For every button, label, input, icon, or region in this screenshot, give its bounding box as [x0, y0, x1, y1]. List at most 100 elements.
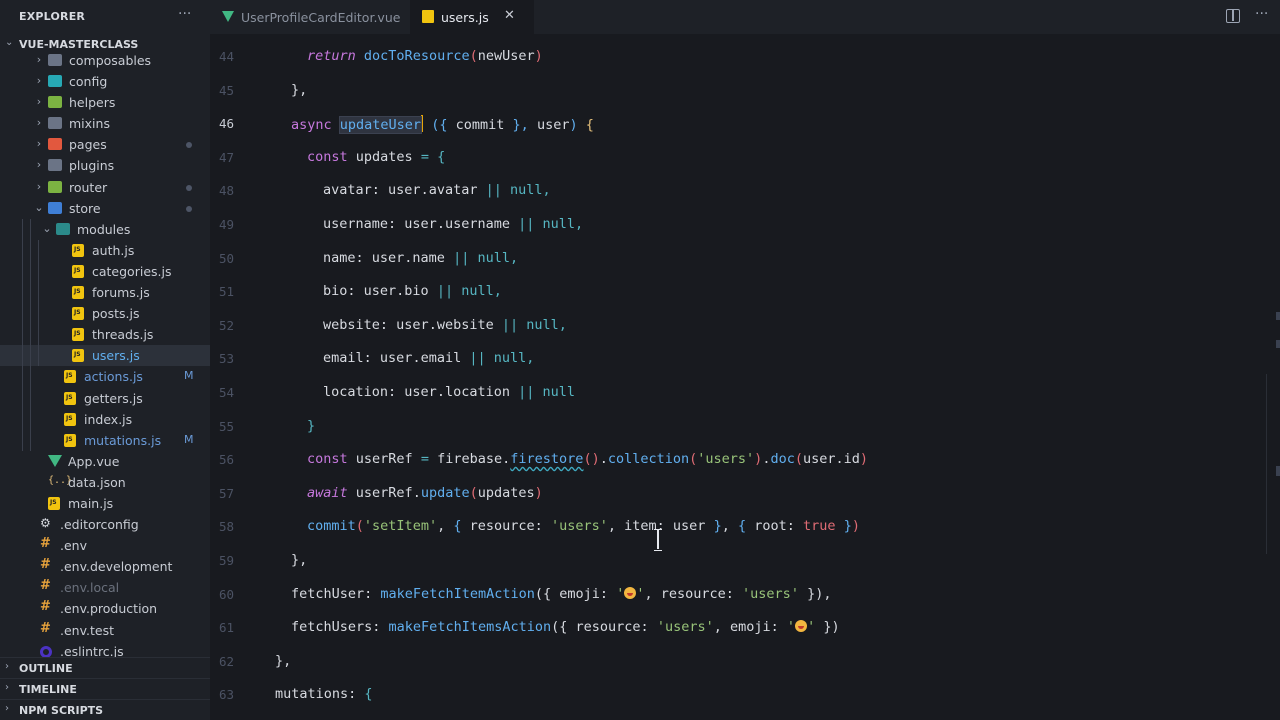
tree-item-env-production[interactable]: # .env.production	[0, 598, 210, 619]
code-line[interactable]: 49 username: user.username || null,	[210, 209, 1280, 243]
tree-item-mixins[interactable]: › mixins	[0, 113, 210, 134]
tree-item-label: mutations.js	[84, 432, 162, 448]
param: user	[536, 117, 570, 134]
tree-item-pages[interactable]: › pages	[0, 134, 210, 155]
code-line[interactable]: 60 fetchUser: makeFetchItemAction({ emoji…	[210, 579, 1280, 613]
property-key: emoji:	[559, 585, 609, 602]
bracket: )	[534, 484, 543, 501]
code-line[interactable]: 58 commit('setItem', { resource: 'users',…	[210, 511, 1280, 545]
folder-pages-icon	[48, 138, 62, 151]
tree-item-posts-js[interactable]: posts.js	[0, 303, 210, 325]
split-editor-icon[interactable]	[1226, 9, 1240, 23]
code-text: commit('setItem', { resource: 'users', i…	[307, 518, 860, 534]
tree-item-index-js[interactable]: index.js	[0, 408, 210, 430]
code-text: name: user.name || null,	[323, 250, 518, 266]
tree-item-threads-js[interactable]: threads.js	[0, 324, 210, 346]
section-timeline[interactable]: › TIMELINE	[0, 678, 210, 699]
chevron-down-icon: ⌄	[34, 200, 44, 214]
code-line[interactable]: 47 const updates = {	[210, 142, 1280, 176]
code-line[interactable]: 54 location: user.location || null	[210, 377, 1280, 411]
code-line[interactable]: 62},	[210, 646, 1280, 680]
tree-item-users-js[interactable]: users.js	[0, 345, 210, 367]
more-actions-icon[interactable]: ···	[1255, 6, 1268, 22]
env-file-icon: #	[40, 536, 51, 552]
indent-guide	[30, 218, 31, 240]
javascript-file-icon	[72, 328, 84, 342]
chevron-right-icon: ›	[5, 703, 9, 714]
tree-item-router[interactable]: › router	[0, 177, 210, 198]
code-line[interactable]: 61 fetchUsers: makeFetchItemsAction({ res…	[210, 612, 1280, 646]
indent-guide	[38, 260, 39, 283]
property-key: root:	[754, 518, 795, 535]
tree-item-env-local[interactable]: # .env.local	[0, 577, 210, 598]
code-line[interactable]: 56 const userRef = firebase.firestore().c…	[210, 444, 1280, 478]
vue-file-icon	[48, 454, 62, 467]
section-outline[interactable]: › OUTLINE	[0, 657, 210, 678]
more-actions-icon[interactable]: ···	[178, 6, 191, 22]
indent-guide	[30, 429, 31, 451]
tree-item-actions-js[interactable]: actions.js M	[0, 366, 210, 388]
line-number: 61	[218, 620, 234, 636]
tree-item-env-test[interactable]: # .env.test	[0, 620, 210, 641]
literal: null,	[542, 216, 584, 232]
tree-item-label: users.js	[92, 348, 140, 364]
tree-item-env[interactable]: # .env	[0, 535, 210, 556]
code-line[interactable]: 52 website: user.website || null,	[210, 310, 1280, 344]
javascript-file-icon	[64, 391, 76, 405]
tree-item-modules[interactable]: ⌄ modules	[0, 218, 210, 240]
indent-guide	[30, 303, 31, 325]
tree-item-forums-js[interactable]: forums.js	[0, 282, 210, 304]
code-line[interactable]: 46 async updateUser ({ commit }, user) {	[210, 108, 1280, 142]
line-number: 51	[218, 284, 234, 300]
tab-userprofilecardeditor[interactable]: UserProfileCardEditor.vue	[210, 0, 410, 34]
tree-item-data-json[interactable]: {..} data.json	[0, 472, 210, 493]
tree-item-eslintrc-js[interactable]: .eslintrc.js	[0, 641, 210, 658]
identifier: userRef	[355, 451, 413, 468]
indent-guide	[30, 345, 31, 367]
tree-item-plugins[interactable]: › plugins	[0, 155, 210, 176]
tree-item-app-vue[interactable]: App.vue	[0, 451, 210, 472]
env-file-icon: #	[40, 557, 51, 573]
bracket: ({	[534, 585, 552, 602]
tree-item-config[interactable]: › config	[0, 71, 210, 92]
tree-item-editorconfig[interactable]: ⚙ .editorconfig	[0, 514, 210, 535]
tab-users-js[interactable]: users.js ✕	[410, 0, 534, 34]
tree-item-composables[interactable]: › composables	[0, 50, 210, 71]
tree-item-helpers[interactable]: › helpers	[0, 92, 210, 113]
chevron-right-icon: ›	[5, 682, 9, 693]
chevron-right-icon: ›	[36, 179, 42, 193]
tree-item-auth-js[interactable]: auth.js	[0, 239, 210, 261]
code-line[interactable]: 53 email: user.email || null,	[210, 343, 1280, 377]
property-access: .username	[436, 216, 510, 232]
javascript-file-icon	[64, 412, 76, 426]
property-access: .bio	[396, 283, 429, 300]
code-editor[interactable]: 44 return docToResource(newUser) 45}, 46 asy…	[210, 34, 1280, 720]
tree-item-getters-js[interactable]: getters.js	[0, 387, 210, 409]
code-line[interactable]: 44 return docToResource(newUser)	[210, 41, 1280, 75]
tree-item-main-js[interactable]: main.js	[0, 493, 210, 514]
tree-item-store[interactable]: ⌄ store	[0, 198, 210, 219]
code-line[interactable]: 50 name: user.name || null,	[210, 243, 1280, 277]
section-npm-scripts[interactable]: › NPM SCRIPTS	[0, 699, 210, 720]
tree-item-env-development[interactable]: # .env.development	[0, 556, 210, 577]
code-line[interactable]: 51 bio: user.bio || null,	[210, 276, 1280, 310]
tree-item-label: data.json	[68, 474, 126, 490]
folder-config-icon	[48, 75, 62, 88]
comma: ,	[607, 518, 616, 535]
close-icon[interactable]: ✕	[504, 8, 515, 23]
bracket: ()	[583, 451, 600, 468]
comma: ,	[713, 619, 722, 636]
editor-scrollbar[interactable]	[1266, 374, 1280, 554]
folder-helpers-icon	[48, 180, 62, 193]
code-line[interactable]: 57 await userRef.update(updates)	[210, 478, 1280, 512]
code-line[interactable]: 55}	[210, 411, 1280, 445]
code-line[interactable]: 63 mutations: {	[210, 679, 1280, 713]
tree-item-categories-js[interactable]: categories.js	[0, 260, 210, 283]
code-line[interactable]: 59},	[210, 545, 1280, 579]
tree-item-mutations-js[interactable]: mutations.js M	[0, 429, 210, 451]
function-call: makeFetchItemAction	[380, 585, 535, 602]
line-number: 45	[218, 82, 234, 98]
section-outline-label: OUTLINE	[19, 662, 73, 675]
code-line[interactable]: 45},	[210, 75, 1280, 109]
code-line[interactable]: 48 avatar: user.avatar || null,	[210, 175, 1280, 209]
